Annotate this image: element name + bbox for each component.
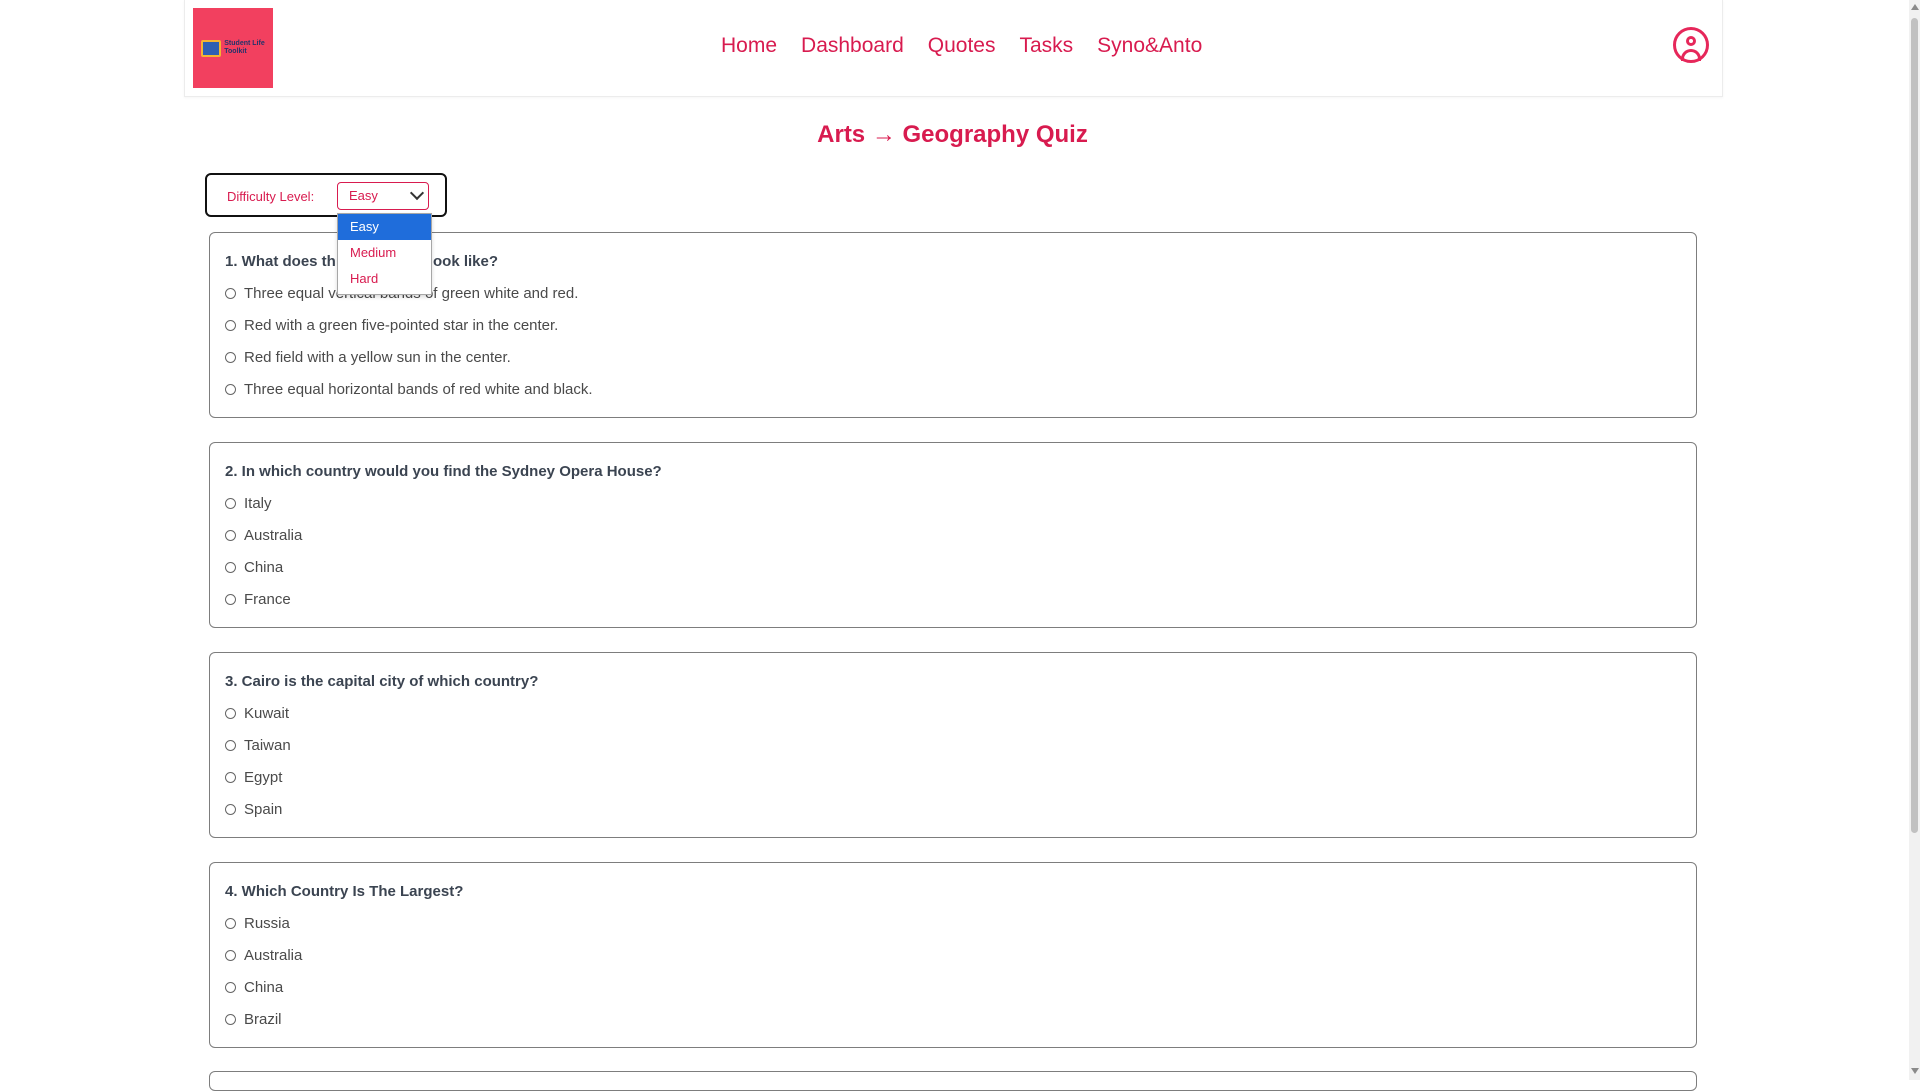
difficulty-select[interactable]: Easy xyxy=(337,182,429,210)
answer-option: France xyxy=(225,591,291,608)
radio-button[interactable] xyxy=(225,950,236,961)
answer-option: Russia xyxy=(225,915,290,932)
difficulty-control: Difficulty Level: Easy xyxy=(205,173,447,217)
difficulty-option-medium[interactable]: Medium xyxy=(338,240,431,266)
answer-option: Red field with a yellow sun in the cente… xyxy=(225,349,511,366)
answer-option: China xyxy=(225,559,283,576)
answer-option: Spain xyxy=(225,801,282,818)
difficulty-option-easy[interactable]: Easy xyxy=(338,214,431,240)
answer-label: Russia xyxy=(244,915,290,932)
answer-option: Australia xyxy=(225,527,302,544)
answer-option: Taiwan xyxy=(225,737,291,754)
answer-label: Three equal horizontal bands of red whit… xyxy=(244,381,593,398)
logo-text-line2: Toolkit xyxy=(224,48,247,55)
radio-button[interactable] xyxy=(225,1014,236,1025)
answer-label: China xyxy=(244,559,284,576)
question-text-visible-start: 1. What does th xyxy=(225,253,336,270)
logo-text: Student Life Toolkit xyxy=(224,40,264,56)
quiz-title: Arts → Geography Quiz xyxy=(817,121,1088,148)
difficulty-label: Difficulty Level: xyxy=(227,189,315,204)
question-text-visible-end: look like? xyxy=(428,253,499,270)
radio-button[interactable] xyxy=(225,804,236,815)
nav-link-syno-anto[interactable]: Syno&Anto xyxy=(1097,34,1202,58)
answer-label: Italy xyxy=(244,495,272,512)
radio-button[interactable] xyxy=(225,352,236,363)
difficulty-option-hard[interactable]: Hard xyxy=(338,266,431,292)
answer-option: China xyxy=(225,979,283,996)
nav-link-home[interactable]: Home xyxy=(721,34,777,58)
answer-option: Italy xyxy=(225,495,272,512)
question-card: 4. Which Country Is The Largest? Russia … xyxy=(209,862,1697,1048)
answer-label: Kuwait xyxy=(244,705,290,722)
logo[interactable]: Student Life Toolkit xyxy=(193,8,273,88)
answer-label: France xyxy=(244,591,291,608)
radio-button[interactable] xyxy=(225,530,236,541)
question-card: 3. Cairo is the capital city of which co… xyxy=(209,652,1697,838)
logo-text-line1: Student Life xyxy=(224,40,265,47)
nav-link-dashboard[interactable]: Dashboard xyxy=(801,34,904,58)
question-card: 2. In which country would you find the S… xyxy=(209,442,1697,628)
radio-button[interactable] xyxy=(225,498,236,509)
question-text: 4. Which Country Is The Largest? xyxy=(225,883,464,900)
page: Student Life Toolkit Home Dashboard Quot… xyxy=(0,0,1920,1091)
radio-button[interactable] xyxy=(225,772,236,783)
difficulty-dropdown: Easy Medium Hard xyxy=(337,213,432,295)
toolbox-icon xyxy=(201,39,222,57)
nav-link-quotes[interactable]: Quotes xyxy=(928,34,996,58)
answer-label: Spain xyxy=(244,801,283,818)
answer-option: Australia xyxy=(225,947,302,964)
radio-button[interactable] xyxy=(225,384,236,395)
scrollbar-thumb[interactable] xyxy=(1911,18,1918,833)
answer-label: Australia xyxy=(244,527,303,544)
answer-label: Egypt xyxy=(244,769,283,786)
nav-links: Home Dashboard Quotes Tasks Syno&Anto xyxy=(721,34,1202,58)
question-text: 3. Cairo is the capital city of which co… xyxy=(225,673,539,690)
user-profile-icon[interactable] xyxy=(1673,27,1709,63)
vertical-scrollbar[interactable] xyxy=(1909,0,1920,1080)
answer-option: Red with a green five-pointed star in th… xyxy=(225,317,558,334)
radio-button[interactable] xyxy=(225,288,236,299)
navbar: Student Life Toolkit Home Dashboard Quot… xyxy=(184,0,1723,97)
answer-label: Red with a green five-pointed star in th… xyxy=(244,317,559,334)
scroll-down-arrow-icon[interactable] xyxy=(1911,1068,1919,1074)
answer-label: Taiwan xyxy=(244,737,291,754)
nav-link-tasks[interactable]: Tasks xyxy=(1019,34,1073,58)
answer-option: Brazil xyxy=(225,1011,282,1028)
profile-head xyxy=(1686,36,1696,46)
answer-option: Egypt xyxy=(225,769,282,786)
radio-button[interactable] xyxy=(225,918,236,929)
logo-inner: Student Life Toolkit xyxy=(201,39,265,57)
answer-label: Brazil xyxy=(244,1011,282,1028)
question-card: 1. What does thlook like? Three equal ve… xyxy=(209,232,1697,418)
scroll-up-arrow-icon[interactable] xyxy=(1911,4,1919,10)
answer-label: Red field with a yellow sun in the cente… xyxy=(244,349,511,366)
profile-shoulders xyxy=(1681,49,1701,61)
question-text: 2. In which country would you find the S… xyxy=(225,463,662,480)
difficulty-selected-value: Easy xyxy=(349,188,378,203)
answer-option: Kuwait xyxy=(225,705,289,722)
radio-button[interactable] xyxy=(225,708,236,719)
radio-button[interactable] xyxy=(225,982,236,993)
answer-label: Australia xyxy=(244,947,303,964)
radio-button[interactable] xyxy=(225,740,236,751)
answer-option: Three equal horizontal bands of red whit… xyxy=(225,381,593,398)
question-card-partial xyxy=(209,1071,1697,1091)
radio-button[interactable] xyxy=(225,562,236,573)
radio-button[interactable] xyxy=(225,320,236,331)
answer-label: China xyxy=(244,979,284,996)
chevron-down-icon xyxy=(409,185,425,201)
radio-button[interactable] xyxy=(225,594,236,605)
